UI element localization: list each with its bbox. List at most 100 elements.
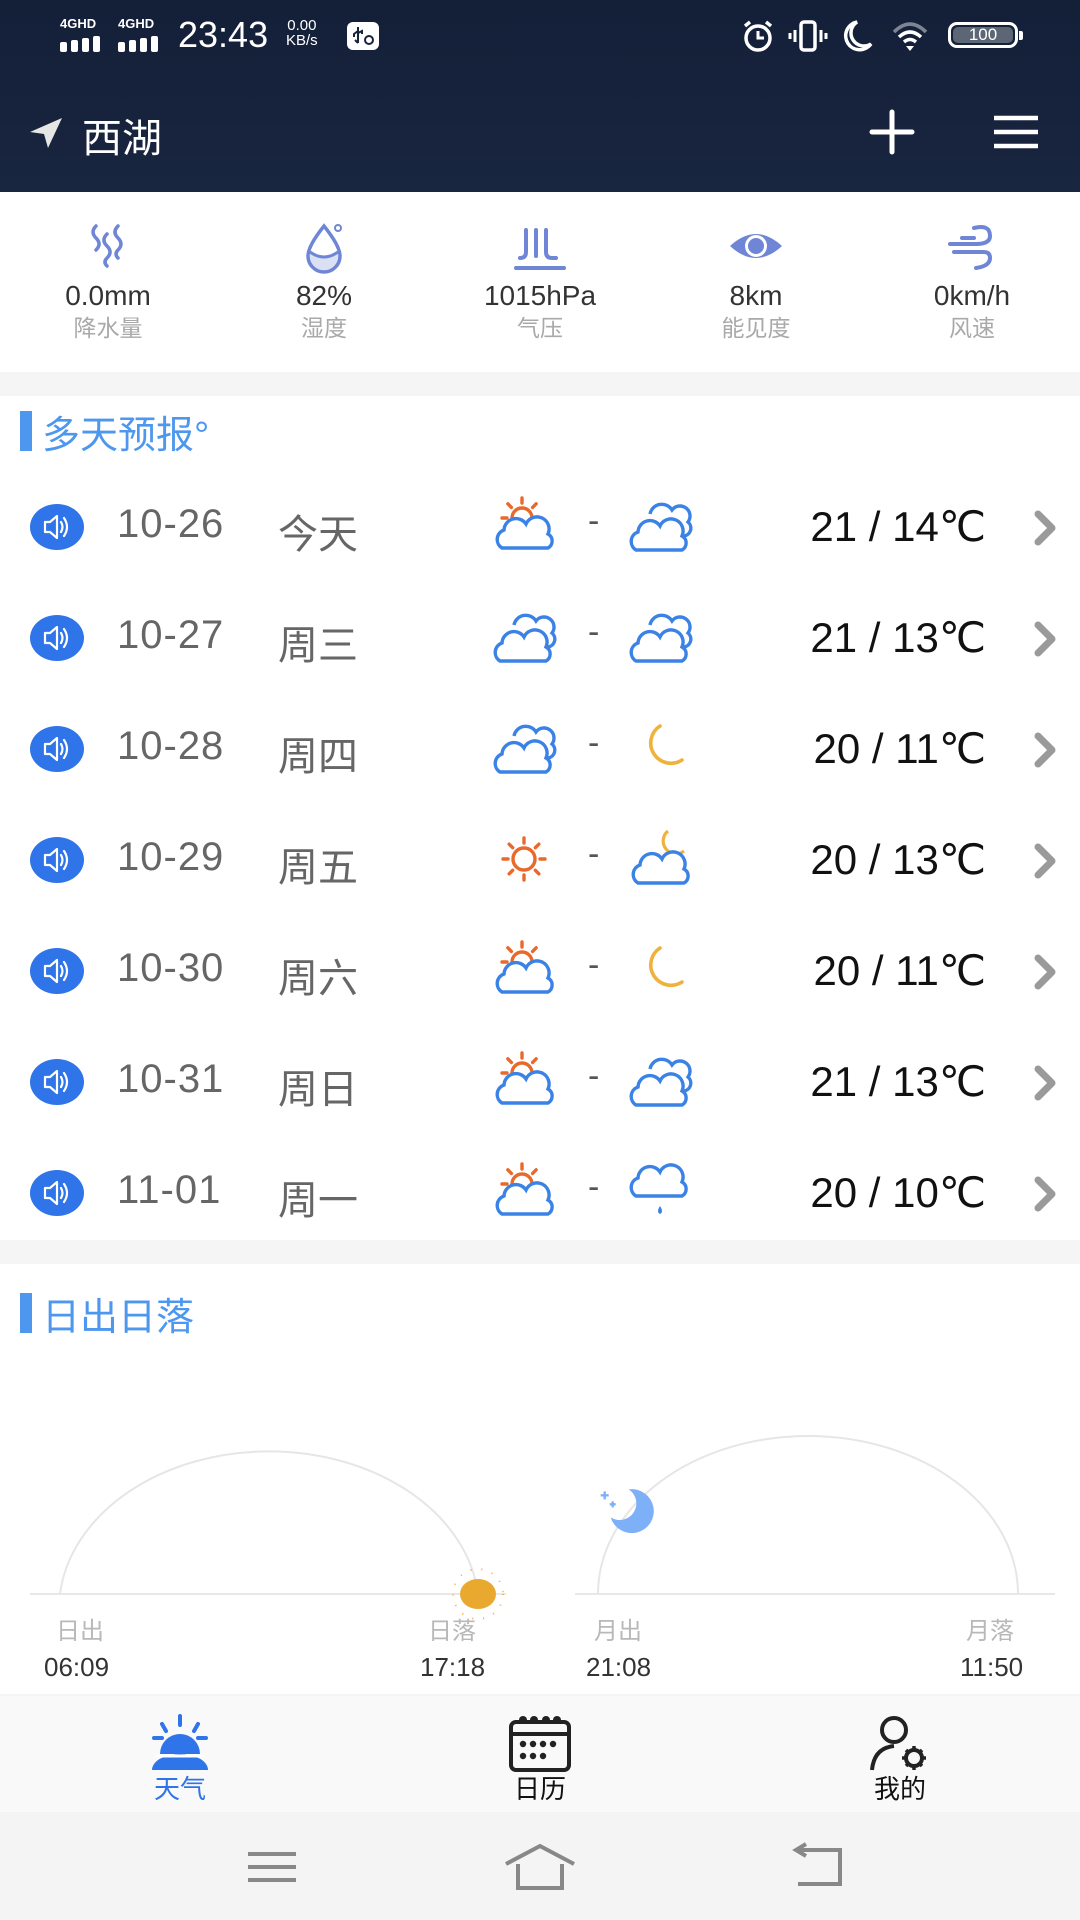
speak-forecast-button[interactable] — [30, 1059, 84, 1105]
speak-forecast-button[interactable] — [30, 615, 84, 661]
header-bar: 西湖 — [0, 92, 1080, 172]
metric-value: 0km/h — [933, 280, 1011, 311]
wifi-icon — [892, 22, 928, 51]
forecast-date: 10-29 — [117, 835, 225, 879]
tab-calendar[interactable]: 日历 — [440, 1696, 640, 1812]
forecast-temperature: 20 / 10℃ — [810, 1169, 986, 1216]
forecast-row[interactable]: 10-27 周三 - 21 / 13℃ — [0, 583, 1080, 694]
battery-icon: 100 — [948, 22, 1023, 48]
speak-forecast-button[interactable] — [30, 948, 84, 994]
sunrise-label: 日出 — [56, 1618, 104, 1645]
forecast-weekday: 今天 — [278, 513, 358, 557]
user-settings-icon — [870, 1716, 926, 1771]
forecast-weekday: 周五 — [278, 846, 358, 890]
forecast-temperature: 21 / 14℃ — [810, 503, 986, 550]
sun-moon-arcs — [30, 1435, 1055, 1620]
chevron-right-icon[interactable] — [1030, 730, 1060, 770]
forecast-row[interactable]: 10-28 周四 - 20 / 11℃ — [0, 694, 1080, 805]
back-icon[interactable] — [782, 1842, 862, 1892]
forecast-temperature: 21 / 13℃ — [810, 614, 986, 661]
speaker-icon — [43, 1069, 69, 1095]
current-metrics: 0.0mm 降水量 82% 湿度 1015hPa 气压 8km 能见度 0km/… — [0, 192, 1080, 372]
speak-forecast-button[interactable] — [30, 504, 84, 550]
home-icon[interactable] — [500, 1842, 580, 1892]
forecast-separator: - — [588, 1057, 600, 1095]
cloudy-icon — [629, 502, 693, 552]
speaker-icon — [43, 625, 69, 651]
recent-apps-icon[interactable] — [232, 1842, 312, 1892]
moonrise-label: 月出 — [594, 1618, 642, 1645]
forecast-date: 10-26 — [117, 502, 225, 546]
forecast-row[interactable]: 10-26 今天 - 21 / 14℃ — [0, 472, 1080, 583]
humidity-drop-icon — [306, 223, 342, 274]
metric-humidity: 82% 湿度 — [216, 192, 432, 372]
speaker-icon — [43, 514, 69, 540]
calendar-icon — [509, 1716, 571, 1772]
tab-weather[interactable]: 天气 — [80, 1696, 280, 1812]
forecast-temperature: 20 / 11℃ — [813, 725, 987, 772]
tab-label: 日历 — [513, 1774, 566, 1804]
forecast-row[interactable]: 10-29 周五 - 20 / 13℃ — [0, 805, 1080, 916]
sim2-label: 4GHD — [118, 16, 155, 31]
forecast-weekday: 周日 — [278, 1068, 358, 1112]
net-speed-unit: KB/s — [286, 32, 318, 49]
forecast-date: 10-28 — [117, 724, 225, 768]
partly-cloudy-icon — [495, 940, 554, 994]
cloudy-icon — [493, 724, 557, 774]
speak-forecast-button[interactable] — [30, 837, 84, 883]
speak-forecast-button[interactable] — [30, 726, 84, 772]
forecast-separator: - — [588, 724, 600, 762]
tab-profile[interactable]: 我的 — [800, 1696, 1000, 1812]
tab-label: 天气 — [153, 1774, 206, 1804]
speaker-icon — [43, 958, 69, 984]
sim1-signal-icon: 4GHD — [60, 16, 120, 52]
sun-arc — [59, 1450, 479, 1595]
metric-value: 1015hPa — [483, 280, 597, 311]
sim2-signal-icon: 4GHD — [118, 16, 178, 52]
clear-night-icon — [649, 946, 684, 988]
app-header-area: 4GHD 4GHD 23:43 0.00 KB/s 100 西湖 — [0, 0, 1080, 192]
alarm-icon — [743, 20, 773, 52]
forecast-date: 10-30 — [117, 946, 225, 990]
chevron-right-icon[interactable] — [1030, 508, 1060, 548]
chevron-right-icon[interactable] — [1030, 841, 1060, 881]
cloudy-icon — [629, 613, 693, 663]
chevron-right-icon[interactable] — [1030, 619, 1060, 659]
forecast-date: 10-31 — [117, 1057, 225, 1101]
forecast-temperature: 20 / 11℃ — [813, 947, 987, 994]
chevron-right-icon[interactable] — [1030, 1063, 1060, 1103]
clear-night-icon — [649, 724, 684, 766]
bottom-tab-bar: 天气 日历 我的 — [0, 1696, 1080, 1812]
forecast-weekday: 周四 — [278, 735, 358, 779]
forecast-separator: - — [588, 835, 600, 873]
metric-value: 0.0mm — [65, 280, 151, 311]
forecast-row[interactable]: 10-31 周日 - 21 / 13℃ — [0, 1027, 1080, 1138]
metric-label: 能见度 — [721, 315, 791, 341]
metric-precipitation: 0.0mm 降水量 — [0, 192, 216, 372]
speaker-icon — [43, 847, 69, 873]
chevron-right-icon[interactable] — [1030, 952, 1060, 992]
forecast-date: 10-27 — [117, 613, 225, 657]
menu-button[interactable] — [986, 102, 1046, 162]
partly-cloudy-night-icon — [631, 829, 690, 885]
chevron-right-icon[interactable] — [1030, 1174, 1060, 1214]
precipitation-icon — [91, 224, 123, 268]
forecast-row[interactable]: 11-01 周一 - 20 / 10℃ — [0, 1138, 1080, 1249]
forecast-weekday: 周六 — [278, 957, 358, 1001]
status-time: 23:43 — [178, 14, 269, 55]
moon-arc — [597, 1435, 1019, 1595]
forecast-weekday: 周一 — [278, 1179, 358, 1223]
add-city-button[interactable] — [862, 102, 922, 162]
moonrise-time: 21:08 — [586, 1652, 652, 1682]
sunset-label: 日落 — [428, 1618, 476, 1645]
location-name[interactable]: 西湖 — [82, 106, 162, 164]
forecast-row[interactable]: 10-30 周六 - 20 / 11℃ — [0, 916, 1080, 1027]
sunrise-sunset: 日出日落 日出 06:09 日落 17:18 月出 21:08 月落 11:50 — [0, 1264, 1080, 1694]
speak-forecast-button[interactable] — [30, 1170, 84, 1216]
metric-wind: 0km/h 风速 — [864, 192, 1080, 372]
metric-pressure: 1015hPa 气压 — [432, 192, 648, 372]
navigation-arrow-icon[interactable] — [28, 114, 66, 150]
sunrise-time: 06:09 — [44, 1652, 110, 1682]
partly-cloudy-icon — [495, 1162, 554, 1216]
light-rain-icon — [629, 1163, 688, 1214]
